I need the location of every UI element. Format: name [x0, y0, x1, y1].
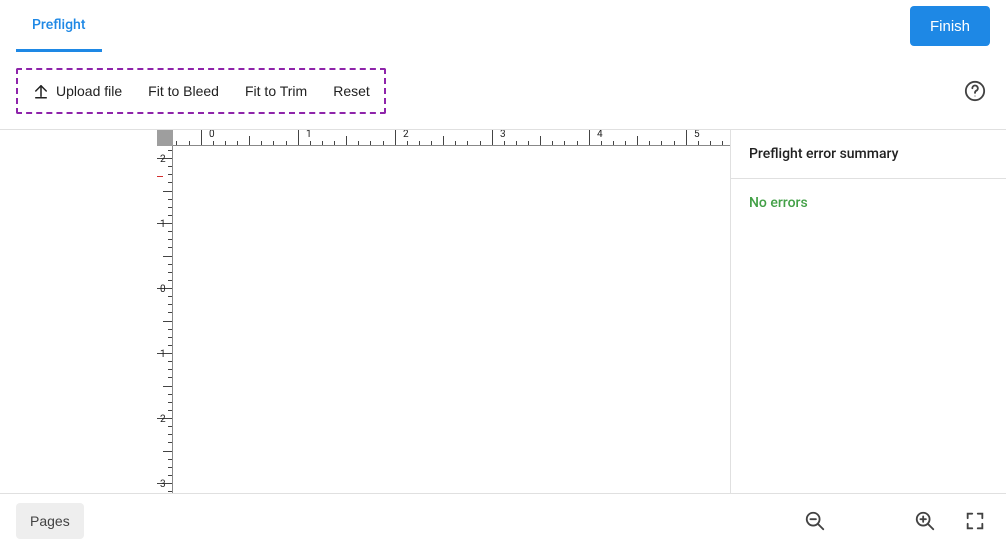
finish-button[interactable]: Finish [910, 6, 990, 46]
sidebar-preflight-summary: Preflight error summary No errors [730, 130, 1006, 493]
zoom-out-icon [804, 510, 826, 532]
zoom-out-button[interactable] [800, 506, 830, 536]
zoom-in-icon [914, 510, 936, 532]
fit-to-trim-label: Fit to Trim [245, 83, 307, 99]
footer: Pages [0, 493, 1006, 547]
ruler-h-label: 5 [694, 130, 700, 140]
tabs: Preflight [16, 0, 102, 52]
tab-preflight-label: Preflight [32, 17, 86, 33]
ruler-v-label: 2 [160, 155, 166, 165]
fit-to-bleed-label: Fit to Bleed [148, 83, 219, 99]
toolbar-group: Upload file Fit to Bleed Fit to Trim Res… [16, 68, 386, 114]
ruler-horizontal[interactable]: 0 1 2 3 4 5 [173, 130, 730, 146]
ruler-v-label: 1 [160, 220, 166, 230]
sidebar-title: Preflight error summary [731, 130, 1006, 179]
status-no-errors: No errors [749, 195, 988, 211]
pages-button-label: Pages [30, 513, 70, 529]
ruler-h-label: 0 [209, 130, 215, 140]
canvas-page[interactable] [173, 146, 730, 493]
ruler-h-label: 1 [306, 130, 312, 140]
zoom-in-button[interactable] [910, 506, 940, 536]
sidebar-body: No errors [731, 179, 1006, 227]
ruler-v-label: 0 [160, 285, 166, 295]
fit-to-bleed-button[interactable]: Fit to Bleed [144, 77, 223, 105]
toolbar: Upload file Fit to Bleed Fit to Trim Res… [0, 52, 1006, 130]
ruler-origin-mark [157, 176, 163, 177]
ruler-v-label: 3 [160, 480, 166, 490]
upload-file-button[interactable]: Upload file [28, 76, 126, 106]
header: Preflight Finish [0, 0, 1006, 52]
workspace: 0 1 2 3 4 5 2 1 0 1 2 3 Preflight error summary No… [0, 130, 1006, 493]
help-button[interactable] [960, 76, 990, 106]
ruler-h-label: 4 [597, 130, 603, 140]
fullscreen-icon [964, 510, 986, 532]
reset-button[interactable]: Reset [329, 77, 374, 105]
fit-to-trim-button[interactable]: Fit to Trim [241, 77, 311, 105]
ruler-vertical[interactable]: 2 1 0 1 2 3 [157, 146, 173, 493]
finish-button-label: Finish [930, 18, 970, 35]
pages-button[interactable]: Pages [16, 503, 84, 539]
tab-preflight[interactable]: Preflight [16, 0, 102, 52]
ruler-v-label: 2 [160, 415, 166, 425]
ruler-h-label: 3 [500, 130, 506, 140]
ruler-h-label: 2 [403, 130, 409, 140]
upload-file-label: Upload file [56, 83, 122, 99]
zoom-controls [800, 506, 990, 536]
fullscreen-button[interactable] [960, 506, 990, 536]
canvas-area[interactable]: 0 1 2 3 4 5 2 1 0 1 2 3 [0, 130, 730, 493]
reset-label: Reset [333, 83, 370, 99]
help-icon [964, 80, 986, 102]
ruler-v-label: 1 [160, 350, 166, 360]
ruler-corner [157, 130, 173, 146]
upload-icon [32, 82, 50, 100]
